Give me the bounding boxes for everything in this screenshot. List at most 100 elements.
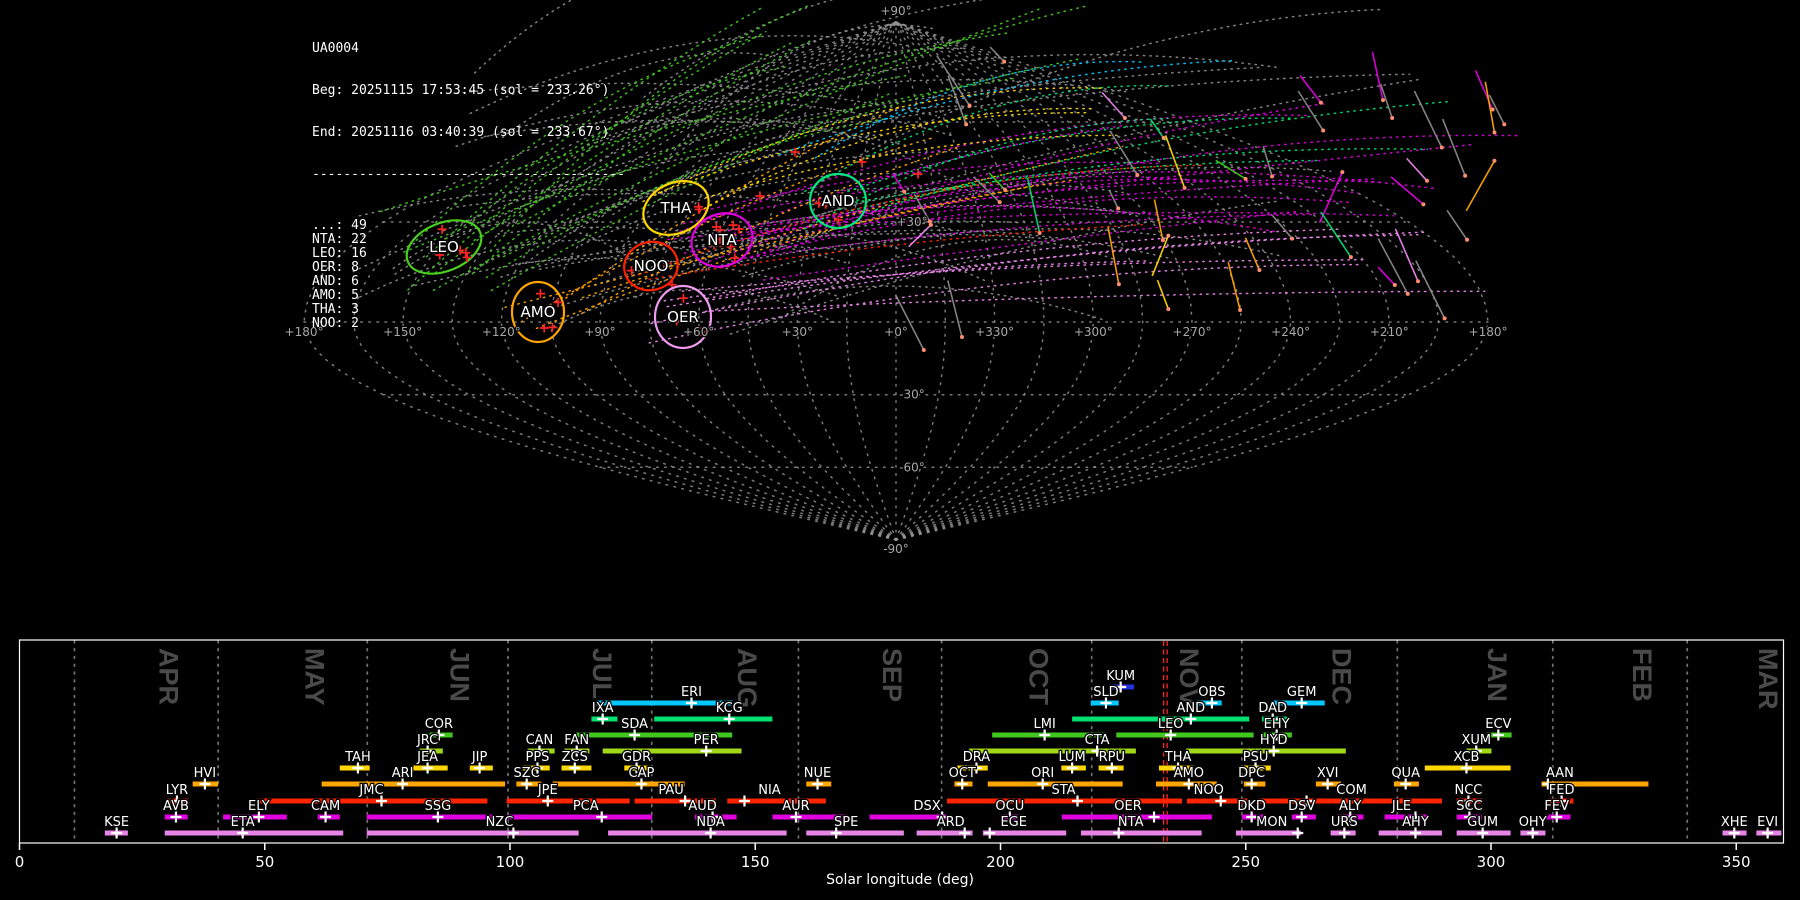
legend-line: LEO: 16 (312, 247, 625, 261)
shower-peak-cross-EGE (984, 828, 995, 839)
shower-bar-label-PER: PER (694, 733, 719, 748)
shower-bar-NDA (608, 831, 787, 836)
shower-bar-label-ALY: ALY (1339, 799, 1361, 814)
shower-bar-label-NUE: NUE (804, 766, 831, 781)
shower-bar-PCA (507, 815, 653, 820)
shower-bar-DSX (870, 815, 947, 820)
meteor-segment-tip (964, 122, 968, 126)
meteor-segment (1102, 92, 1125, 118)
lat-axis-label: +30° (896, 215, 927, 229)
meteor-segment-tip (1492, 130, 1496, 134)
shower-bar-label-AMO: AMO (1174, 766, 1204, 781)
shower-bar-label-JPE: JPE (537, 783, 558, 798)
meteor-segment (1414, 91, 1441, 148)
shower-peak-cross-OER (1149, 812, 1160, 823)
meteor-segment-tip (1290, 237, 1294, 241)
shower-bar-label-PPS: PPS (525, 750, 549, 765)
grid-meridian (896, 22, 1439, 540)
shower-bar-label-EVI: EVI (1757, 815, 1778, 830)
shower-bar-label-CAN: CAN (526, 733, 554, 748)
shower-bar-label-NTA: NTA (1118, 815, 1144, 830)
axis-tick-label: 100 (496, 853, 525, 871)
shower-bar-label-SLD: SLD (1093, 685, 1119, 700)
meteor-segment-tip (1321, 128, 1325, 132)
meteor-segment-tip (1238, 308, 1242, 312)
shower-bar-JPE (507, 799, 630, 804)
shower-bar-SPE (806, 831, 904, 836)
meteor-segment-tip (1349, 255, 1353, 259)
axis-title: Solar longitude (deg) (826, 872, 974, 888)
shower-bar-label-JMC: JMC (358, 783, 383, 798)
radiant-cross (914, 170, 923, 179)
meteor-segment-tip (1038, 231, 1042, 235)
shower-bar-label-LMI: LMI (1033, 717, 1055, 732)
shower-bar-label-DKD: DKD (1237, 799, 1266, 814)
meteor-segment-tip (1244, 177, 1248, 181)
shower-bar-label-AUR: AUR (782, 799, 809, 814)
meteor-segment-tip (1183, 186, 1187, 190)
shower-bar-label-STA: STA (1051, 783, 1075, 798)
lon-axis-label: +60° (683, 325, 714, 339)
shower-bar-label-HYD: HYD (1260, 733, 1288, 748)
shower-bar-label-JIP: JIP (471, 750, 488, 765)
shower-bar-label-OCU: OCU (995, 799, 1024, 814)
shower-bar-label-LUM: LUM (1058, 750, 1085, 765)
radiant-and-timeline-plot: LEOTHANTAANDNOOAMOOER+180°+150°+120°+90°… (0, 0, 1800, 900)
grid-meridian (896, 22, 1291, 540)
shower-bar-label-PCA: PCA (573, 799, 599, 814)
shower-bar-label-AND: AND (1176, 701, 1205, 716)
meteor-segment (990, 47, 1004, 62)
shower-bar-label-SDA: SDA (621, 717, 648, 732)
lat-axis-label: -60° (899, 460, 925, 474)
meteor-radiant-screen: LEOTHANTAANDNOOAMOOER+180°+150°+120°+90°… (0, 0, 1800, 900)
meteor-segment-tip (1340, 170, 1344, 174)
lon-axis-label: +0° (884, 325, 908, 339)
shower-bar-LEO (1116, 733, 1253, 738)
lon-axis-label: +210° (1370, 325, 1409, 339)
grid-meridian (896, 22, 1389, 540)
meteor-trail (682, 260, 1363, 291)
meteor-segment (1108, 227, 1119, 284)
month-label-dec: DEC (1327, 648, 1357, 705)
month-label-jun: JUN (445, 648, 475, 702)
meteor-segment (1245, 238, 1259, 270)
shower-bar-label-MON: MON (1256, 815, 1287, 830)
month-label-may: MAY (300, 648, 330, 706)
shower-bar-JMC (257, 799, 487, 804)
meteor-trail (664, 261, 1145, 301)
lon-axis-label: +180° (1469, 325, 1508, 339)
legend-line: OER: 8 (312, 261, 625, 275)
observation-beg: Beg: 20251115 17:53:45 (sol = 233.26°) (312, 84, 625, 98)
meteor-segment-tip (1166, 234, 1170, 238)
shower-bar-MON (1236, 831, 1301, 836)
shower-ellipse-label-NOO: NOO (634, 257, 669, 275)
shower-bar-label-OBS: OBS (1198, 685, 1225, 700)
shower-bar-label-EGE: EGE (1000, 815, 1027, 830)
shower-peak-cross-MON (1292, 828, 1303, 839)
shower-ellipse-label-AND: AND (821, 192, 854, 210)
shower-bar-label-FAN: FAN (564, 733, 589, 748)
month-label-feb: FEB (1627, 648, 1657, 702)
shower-bar-label-KUM: KUM (1106, 669, 1135, 684)
meteor-segment-tip (960, 335, 964, 339)
shower-count-legend: ...: 49NTA: 22LEO: 16OER: 8AND: 6AMO: 5T… (312, 219, 625, 331)
meteor-segment-tip (1135, 173, 1139, 177)
meteor-segment-tip (1443, 316, 1447, 320)
meteor-segment-tip (1381, 98, 1385, 102)
lon-axis-label: +330° (975, 325, 1014, 339)
axis-tick-label: 300 (1477, 853, 1506, 871)
shower-bar-label-CTA: CTA (1085, 733, 1110, 748)
lon-axis-label: +300° (1074, 325, 1113, 339)
meteor-segment-tip (1123, 116, 1127, 120)
shower-bar-KCG (654, 717, 772, 722)
shower-ellipse-label-OER: OER (667, 308, 699, 326)
meteor-segment-tip (1162, 136, 1166, 140)
shower-bar-label-SZC: SZC (514, 766, 540, 781)
legend-line: AMO: 5 (312, 289, 625, 303)
shower-bar-label-CAM: CAM (311, 799, 340, 814)
shower-bar-label-NDA: NDA (696, 815, 725, 830)
shower-bar-label-URS: URS (1331, 815, 1358, 830)
meteor-segment-tip (968, 104, 972, 108)
shower-peak-cross-NIA (739, 796, 750, 807)
shower-bar-label-XHE: XHE (1721, 815, 1748, 830)
